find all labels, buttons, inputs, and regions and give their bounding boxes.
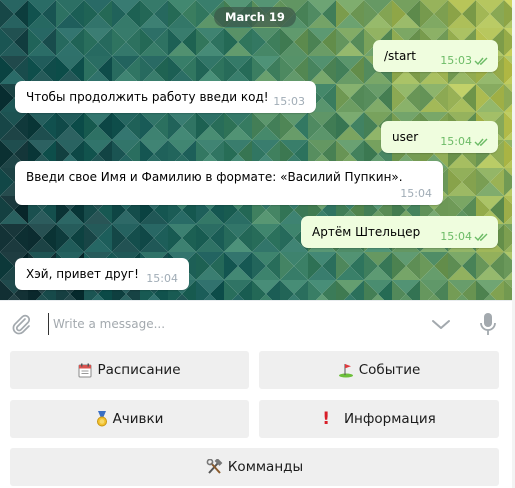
message-outgoing[interactable]: Артём Штельцер 15:04: [301, 216, 498, 248]
achievements-button[interactable]: Ачивки: [10, 400, 249, 438]
golf-flag-icon: [338, 363, 354, 378]
message-time: 15:03: [273, 95, 305, 108]
commands-label: Комманды: [227, 459, 304, 475]
message-incoming[interactable]: Чтобы продолжить работу введи код! 15:03: [15, 81, 316, 113]
bot-keyboard: Расписание Событие Ачивки ! Информация К…: [0, 345, 515, 488]
event-label: Событие: [358, 362, 421, 378]
hammer-wrench-icon: [206, 459, 223, 475]
message-incoming[interactable]: Введи свое Имя и Фамилию в формате: «Вас…: [15, 161, 443, 205]
message-input[interactable]: [48, 313, 408, 335]
message-time: 15:04: [400, 187, 432, 200]
message-text: Хэй, привет друг!: [26, 267, 139, 281]
message-text: user: [392, 130, 419, 144]
message-time: 15:04: [440, 230, 472, 243]
read-ticks-icon: [474, 57, 488, 66]
event-button[interactable]: Событие: [259, 351, 499, 389]
chevron-down-icon[interactable]: [430, 315, 452, 333]
message-time: 15:04: [146, 272, 178, 285]
schedule-button[interactable]: Расписание: [10, 351, 249, 389]
message-text: Артём Штельцер: [312, 225, 421, 239]
chat-area: March 19 /start 15:03 Чтобы продолжить р…: [0, 0, 515, 300]
message-time: 15:04: [440, 135, 472, 148]
message-text: Введи свое Имя и Фамилию в формате: «Вас…: [26, 170, 403, 184]
message-outgoing[interactable]: user 15:04: [381, 121, 498, 153]
message-composer: [0, 300, 515, 345]
medal-icon: [96, 411, 108, 427]
paperclip-icon[interactable]: [8, 311, 34, 337]
message-incoming[interactable]: Хэй, привет друг! 15:04: [15, 258, 189, 290]
microphone-icon[interactable]: [477, 311, 499, 337]
message-text: Чтобы продолжить работу введи код!: [26, 90, 269, 104]
calendar-icon: [78, 363, 92, 378]
read-ticks-icon: [474, 233, 488, 242]
read-ticks-icon: [474, 138, 488, 147]
message-text: /start: [384, 49, 416, 63]
date-separator: March 19: [214, 7, 296, 27]
info-button[interactable]: ! Информация: [259, 400, 499, 438]
schedule-label: Расписание: [97, 362, 181, 378]
commands-button[interactable]: Комманды: [10, 448, 499, 486]
message-outgoing[interactable]: /start 15:03: [373, 40, 498, 72]
message-time: 15:03: [440, 54, 472, 67]
info-label: Информация: [343, 411, 436, 427]
exclamation-icon: !: [322, 409, 330, 429]
achievements-label: Ачивки: [112, 411, 164, 427]
